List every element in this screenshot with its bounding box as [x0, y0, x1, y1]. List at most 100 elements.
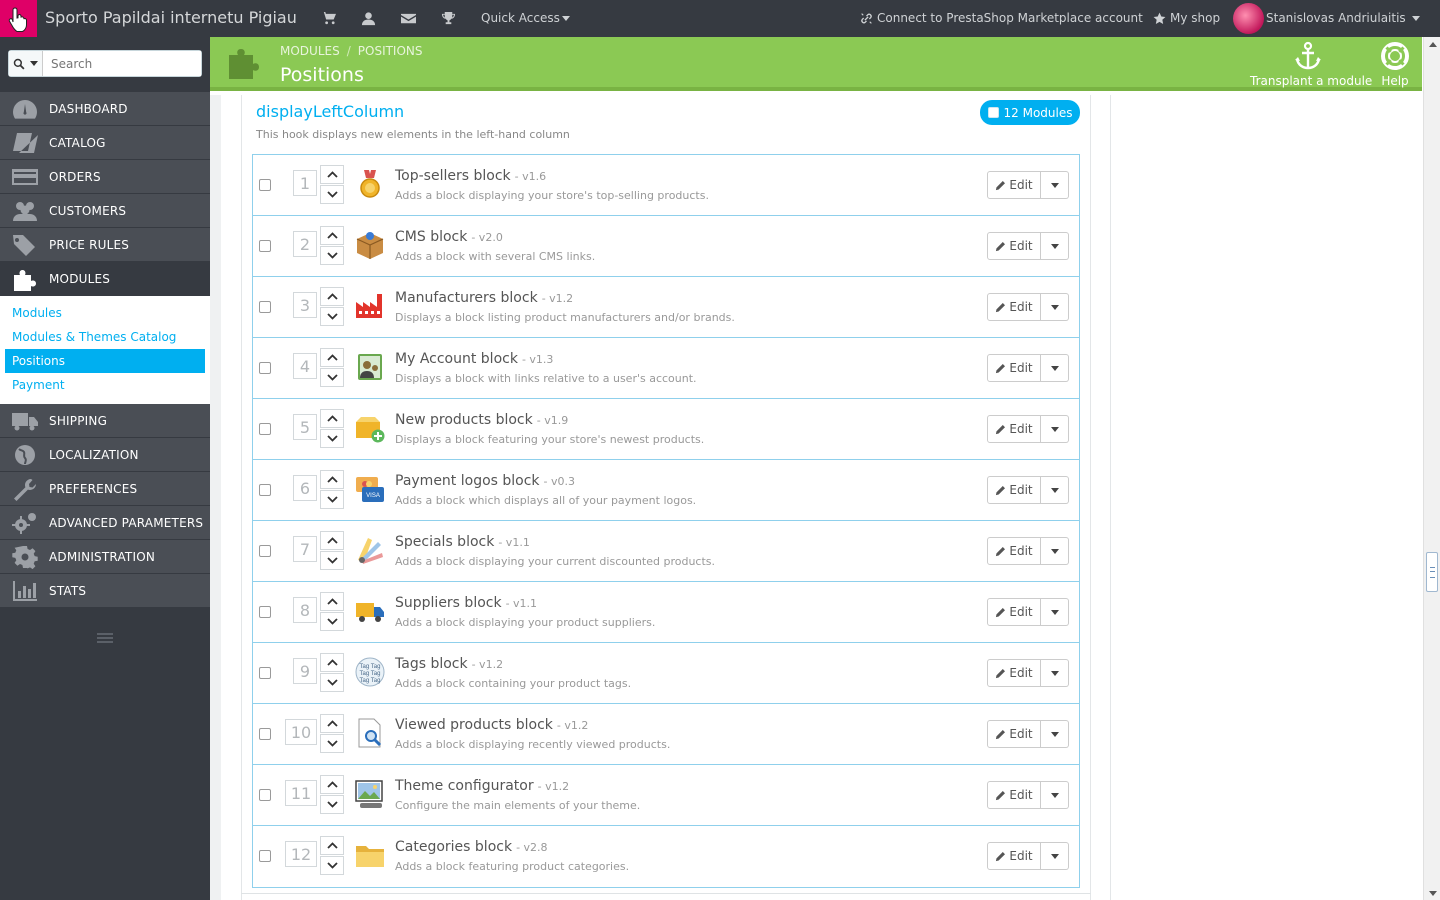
breadcrumb-positions[interactable]: POSITIONS [358, 44, 423, 58]
edit-dropdown-toggle[interactable] [1041, 781, 1069, 809]
module-checkbox[interactable] [259, 484, 271, 496]
sidebar-item-localization[interactable]: LOCALIZATION [0, 438, 210, 472]
move-down-button[interactable] [320, 673, 344, 692]
sidebar-item-administration[interactable]: ADMINISTRATION [0, 540, 210, 574]
scroll-up-arrow-icon[interactable] [1427, 39, 1438, 49]
move-down-button[interactable] [320, 185, 344, 204]
move-up-button[interactable] [320, 592, 344, 611]
edit-dropdown-toggle[interactable] [1041, 476, 1069, 504]
module-checkbox[interactable] [259, 606, 271, 618]
move-up-button[interactable] [320, 775, 344, 794]
shop-name[interactable]: Sporto Papildai internetu Pigiau [45, 8, 297, 27]
submenu-item-payment[interactable]: Payment [5, 373, 205, 397]
prestashop-logo-icon[interactable] [0, 0, 37, 37]
edit-button[interactable]: Edit [987, 354, 1041, 382]
move-up-button[interactable] [320, 531, 344, 550]
sidebar-item-orders[interactable]: ORDERS [0, 160, 210, 194]
sidebar-item-stats[interactable]: STATS [0, 574, 210, 608]
move-up-button[interactable] [320, 836, 344, 855]
edit-dropdown-toggle[interactable] [1041, 842, 1069, 870]
module-checkbox[interactable] [259, 728, 271, 740]
user-icon[interactable] [348, 0, 388, 37]
edit-dropdown-toggle[interactable] [1041, 659, 1069, 687]
edit-button[interactable]: Edit [987, 659, 1041, 687]
module-checkbox[interactable] [259, 240, 271, 252]
sidebar-item-shipping[interactable]: SHIPPING [0, 404, 210, 438]
module-checkbox[interactable] [259, 362, 271, 374]
select-all-checkbox[interactable] [987, 107, 999, 118]
sidebar-item-dashboard[interactable]: DASHBOARD [0, 92, 210, 126]
scroll-down-arrow-icon[interactable] [1427, 888, 1438, 898]
edit-button[interactable]: Edit [987, 598, 1041, 626]
module-checkbox[interactable] [259, 850, 271, 862]
move-down-button[interactable] [320, 429, 344, 448]
employee-menu[interactable]: Stanislovas Andriulaitis [1266, 11, 1420, 25]
sidebar-item-preferences[interactable]: PREFERENCES [0, 472, 210, 506]
move-down-button[interactable] [320, 795, 344, 814]
move-up-button[interactable] [320, 653, 344, 672]
connect-marketplace-link[interactable]: Connect to PrestaShop Marketplace accoun… [860, 11, 1143, 25]
cart-icon[interactable] [308, 0, 348, 37]
module-checkbox[interactable] [259, 545, 271, 557]
move-down-button[interactable] [320, 307, 344, 326]
move-down-button[interactable] [320, 734, 344, 753]
submenu-item-modules[interactable]: Modules [5, 301, 205, 325]
edit-button[interactable]: Edit [987, 781, 1041, 809]
module-checkbox[interactable] [259, 301, 271, 313]
move-up-button[interactable] [320, 409, 344, 428]
move-down-button[interactable] [320, 612, 344, 631]
sidebar-item-modules[interactable]: MODULES [0, 262, 210, 296]
search-input[interactable] [43, 51, 201, 76]
edit-dropdown-toggle[interactable] [1041, 720, 1069, 748]
edit-button[interactable]: Edit [987, 171, 1041, 199]
edit-button[interactable]: Edit [987, 232, 1041, 260]
module-checkbox[interactable] [259, 179, 271, 191]
scrollbar-thumb[interactable] [1426, 552, 1438, 592]
modules-count-badge[interactable]: 12 Modules [980, 100, 1080, 125]
module-checkbox[interactable] [259, 423, 271, 435]
edit-dropdown-toggle[interactable] [1041, 293, 1069, 321]
help-button[interactable]: Help [1375, 41, 1415, 88]
envelope-icon[interactable] [388, 0, 428, 37]
page-scrollbar[interactable] [1423, 37, 1440, 900]
edit-button[interactable]: Edit [987, 720, 1041, 748]
move-down-button[interactable] [320, 368, 344, 387]
sidebar-item-price-rules[interactable]: PRICE RULES [0, 228, 210, 262]
quick-access-dropdown[interactable]: Quick Access [481, 11, 570, 25]
edit-button[interactable]: Edit [987, 537, 1041, 565]
edit-dropdown-toggle[interactable] [1041, 232, 1069, 260]
sidebar-item-customers[interactable]: CUSTOMERS [0, 194, 210, 228]
edit-dropdown-toggle[interactable] [1041, 415, 1069, 443]
sidebar-item-catalog[interactable]: CATALOG [0, 126, 210, 160]
edit-dropdown-toggle[interactable] [1041, 171, 1069, 199]
edit-button[interactable]: Edit [987, 842, 1041, 870]
transplant-module-button[interactable]: Transplant a module [1250, 41, 1372, 88]
submenu-item-positions[interactable]: Positions [5, 349, 205, 373]
move-up-button[interactable] [320, 287, 344, 306]
move-up-button[interactable] [320, 714, 344, 733]
breadcrumb-modules[interactable]: MODULES [280, 44, 340, 58]
trophy-icon[interactable] [428, 0, 468, 37]
move-up-button[interactable] [320, 226, 344, 245]
search-type-button[interactable] [9, 51, 43, 76]
edit-button[interactable]: Edit [987, 293, 1041, 321]
sidebar-item-advanced-parameters[interactable]: ADVANCED PARAMETERS [0, 506, 210, 540]
edit-dropdown-toggle[interactable] [1041, 537, 1069, 565]
module-checkbox[interactable] [259, 789, 271, 801]
submenu-item-modules-themes-catalog[interactable]: Modules & Themes Catalog [5, 325, 205, 349]
move-down-button[interactable] [320, 551, 344, 570]
move-up-button[interactable] [320, 165, 344, 184]
edit-dropdown-toggle[interactable] [1041, 598, 1069, 626]
my-shop-link[interactable]: My shop [1153, 11, 1220, 25]
module-checkbox[interactable] [259, 667, 271, 679]
move-up-button[interactable] [320, 348, 344, 367]
edit-button[interactable]: Edit [987, 476, 1041, 504]
move-down-button[interactable] [320, 246, 344, 265]
avatar[interactable] [1233, 3, 1264, 34]
edit-dropdown-toggle[interactable] [1041, 354, 1069, 382]
move-down-button[interactable] [320, 856, 344, 875]
move-up-button[interactable] [320, 470, 344, 489]
menu-collapse-icon[interactable] [97, 632, 113, 644]
move-down-button[interactable] [320, 490, 344, 509]
edit-button[interactable]: Edit [987, 415, 1041, 443]
